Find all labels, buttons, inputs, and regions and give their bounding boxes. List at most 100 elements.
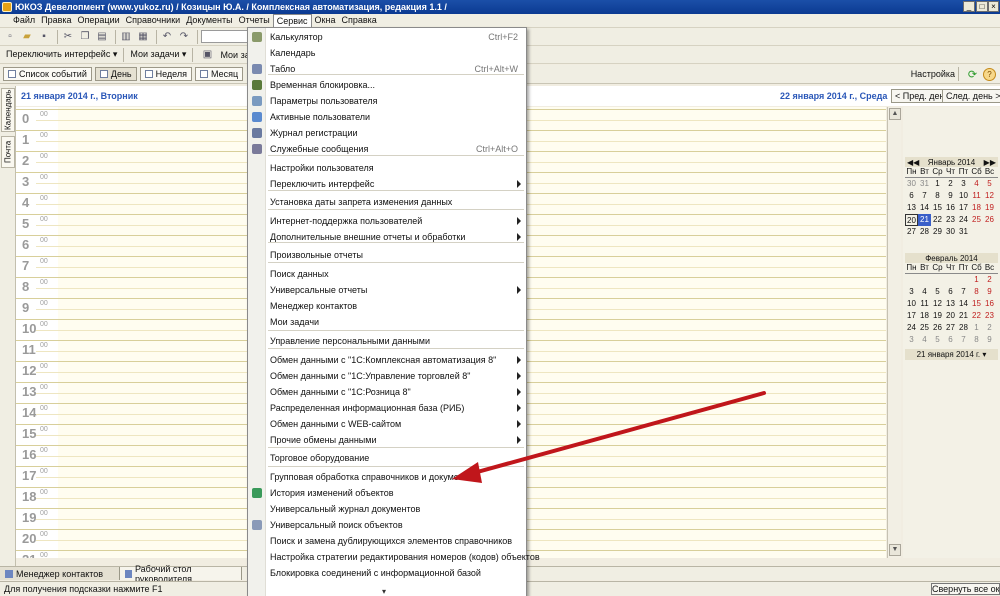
calendar-day[interactable]: 1 bbox=[970, 274, 983, 286]
more-items-icon[interactable]: ▾ bbox=[382, 587, 386, 596]
calendar-day[interactable]: 6 bbox=[944, 286, 957, 298]
calendar-day[interactable]: 9 bbox=[944, 190, 957, 202]
tab-manager-desktop[interactable]: Рабочий стол руководителя bbox=[120, 564, 242, 584]
my-tasks-dropdown[interactable]: Мои задачи ▾ bbox=[127, 49, 189, 60]
tab-contacts-manager[interactable]: Менеджер контактов bbox=[0, 567, 120, 580]
open-folder-icon[interactable]: ▰ bbox=[20, 30, 34, 44]
menu-item[interactable]: Калькулятор Ctrl+F2 bbox=[248, 30, 526, 44]
menu-item[interactable]: Журнал регистрации bbox=[248, 126, 526, 140]
calendar-day[interactable]: 6 bbox=[905, 190, 918, 202]
preview-icon[interactable]: ▦ bbox=[136, 30, 150, 44]
menu-item[interactable]: Блокировка соединений с информационной б… bbox=[248, 566, 526, 580]
calendar-day[interactable]: 29 bbox=[931, 226, 944, 238]
menu-item[interactable]: Групповая обработка справочников и докум… bbox=[248, 470, 526, 484]
save-icon[interactable]: ▪ bbox=[37, 30, 51, 44]
calendar-day[interactable]: 18 bbox=[970, 202, 983, 214]
menu-operations[interactable]: Операции bbox=[75, 14, 123, 27]
calendar-day[interactable]: 20 bbox=[944, 310, 957, 322]
menu-item[interactable]: Календарь bbox=[248, 46, 526, 60]
calendar-day[interactable]: 3 bbox=[905, 286, 918, 298]
collapse-all-windows-button[interactable]: Свернуть все окна bbox=[931, 583, 1000, 595]
close-button[interactable]: × bbox=[988, 1, 999, 12]
calendar-day[interactable]: 12 bbox=[983, 190, 996, 202]
calendar-day[interactable]: 26 bbox=[983, 214, 996, 226]
maximize-button[interactable]: □ bbox=[976, 1, 988, 12]
calendar-day[interactable]: 21 bbox=[918, 214, 931, 226]
menu-item[interactable]: Менеджер контактов bbox=[248, 299, 526, 313]
calendar-day[interactable]: 2 bbox=[983, 274, 996, 286]
menu-item[interactable]: История изменений объектов bbox=[248, 486, 526, 500]
menu-item[interactable]: Табло Ctrl+Alt+W bbox=[248, 62, 526, 76]
calendar-day[interactable]: 13 bbox=[944, 298, 957, 310]
vertical-scrollbar[interactable]: ▲ ▼ bbox=[887, 107, 901, 558]
redo-icon[interactable]: ↷ bbox=[177, 30, 191, 44]
calendar-day[interactable]: 20 bbox=[905, 214, 918, 226]
calendar-day[interactable]: 31 bbox=[957, 226, 970, 238]
calendar-day[interactable]: 1 bbox=[931, 178, 944, 190]
calendar-day[interactable]: 4 bbox=[918, 286, 931, 298]
day-view-button[interactable]: День bbox=[94, 67, 137, 81]
calendar-day[interactable]: 12 bbox=[931, 298, 944, 310]
calendar-day[interactable]: 2 bbox=[983, 322, 996, 334]
menu-item[interactable]: Торговое оборудование bbox=[248, 451, 526, 465]
calendar-day[interactable]: 16 bbox=[944, 202, 957, 214]
cut-icon[interactable]: ✂ bbox=[61, 30, 75, 44]
menu-item[interactable]: Обмен данными с WEB-сайтом bbox=[248, 417, 526, 431]
week-view-button[interactable]: Неделя bbox=[139, 67, 193, 81]
calendar-day[interactable]: 15 bbox=[970, 298, 983, 310]
calendar-day[interactable]: 16 bbox=[983, 298, 996, 310]
tab-mail[interactable]: Почта bbox=[1, 136, 15, 168]
calendar-day[interactable]: 26 bbox=[931, 322, 944, 334]
menu-item[interactable]: Временная блокировка... bbox=[248, 78, 526, 92]
menu-directories[interactable]: Справочники bbox=[123, 14, 184, 27]
refresh-icon[interactable]: ⟳ bbox=[966, 68, 979, 81]
menu-item[interactable]: Произвольные отчеты bbox=[248, 248, 526, 262]
menu-item[interactable]: Мои задачи bbox=[248, 315, 526, 329]
calendar-day[interactable]: 19 bbox=[931, 310, 944, 322]
calendar-day[interactable]: 5 bbox=[931, 334, 944, 346]
menu-item[interactable]: Дополнительные внешние отчеты и обработк… bbox=[248, 230, 526, 244]
menu-item[interactable]: Обмен данными с "1С:Управление торговлей… bbox=[248, 369, 526, 383]
calendar-day[interactable]: 17 bbox=[905, 310, 918, 322]
menu-edit[interactable]: Правка bbox=[38, 14, 74, 27]
menu-item[interactable]: Распределенная информационная база (РИБ) bbox=[248, 401, 526, 415]
calendar-day[interactable]: 25 bbox=[970, 214, 983, 226]
scroll-up-icon[interactable]: ▲ bbox=[889, 108, 901, 120]
calendar-day[interactable]: 10 bbox=[957, 190, 970, 202]
menu-item[interactable]: Настройка стратегии редактирования номер… bbox=[248, 550, 540, 564]
calendar-day[interactable]: 23 bbox=[944, 214, 957, 226]
calendar-day[interactable]: 8 bbox=[970, 334, 983, 346]
menu-item[interactable]: Интернет-поддержка пользователей bbox=[248, 214, 526, 228]
settings-button[interactable]: Настройка bbox=[911, 69, 955, 79]
calendar-day[interactable]: 10 bbox=[905, 298, 918, 310]
menu-item[interactable]: Обмен данными с "1С:Комплексная автомати… bbox=[248, 353, 526, 367]
calendar-day[interactable]: 13 bbox=[905, 202, 918, 214]
calendar-day[interactable]: 11 bbox=[918, 298, 931, 310]
calendar-date-selector[interactable]: 21 января 2014 г. ▾ bbox=[905, 349, 998, 360]
next-day-button[interactable]: След. день > bbox=[942, 89, 1000, 103]
calendar-day[interactable]: 4 bbox=[970, 178, 983, 190]
calendar-day[interactable]: 27 bbox=[905, 226, 918, 238]
menu-item[interactable]: Поиск и замена дублирующихся элементов с… bbox=[248, 534, 526, 548]
menu-item[interactable]: Универсальные отчеты bbox=[248, 283, 526, 297]
menu-reports[interactable]: Отчеты bbox=[236, 14, 273, 27]
menu-item[interactable]: Служебные сообщения Ctrl+Alt+O bbox=[248, 142, 526, 156]
calendar-day[interactable]: 7 bbox=[957, 286, 970, 298]
calendar-day[interactable]: 2 bbox=[944, 178, 957, 190]
calendar-day[interactable]: 19 bbox=[983, 202, 996, 214]
menu-item[interactable]: Поиск данных bbox=[248, 267, 526, 281]
calendar-day[interactable]: 30 bbox=[944, 226, 957, 238]
menu-item[interactable]: Настройки пользователя bbox=[248, 161, 526, 175]
menu-item[interactable]: Универсальный журнал документов bbox=[248, 502, 526, 516]
calendar-day[interactable]: 7 bbox=[957, 334, 970, 346]
calendar-day[interactable]: 4 bbox=[918, 334, 931, 346]
scroll-down-icon[interactable]: ▼ bbox=[889, 544, 901, 556]
menu-windows[interactable]: Окна bbox=[312, 14, 339, 27]
menu-help[interactable]: Справка bbox=[338, 14, 379, 27]
calendar-day[interactable]: 24 bbox=[905, 322, 918, 334]
calendar-day[interactable]: 24 bbox=[957, 214, 970, 226]
menu-service[interactable]: Сервис bbox=[272, 14, 312, 27]
calendar-day[interactable]: 8 bbox=[970, 286, 983, 298]
calendar-day[interactable]: 17 bbox=[957, 202, 970, 214]
calendar-day[interactable]: 11 bbox=[970, 190, 983, 202]
